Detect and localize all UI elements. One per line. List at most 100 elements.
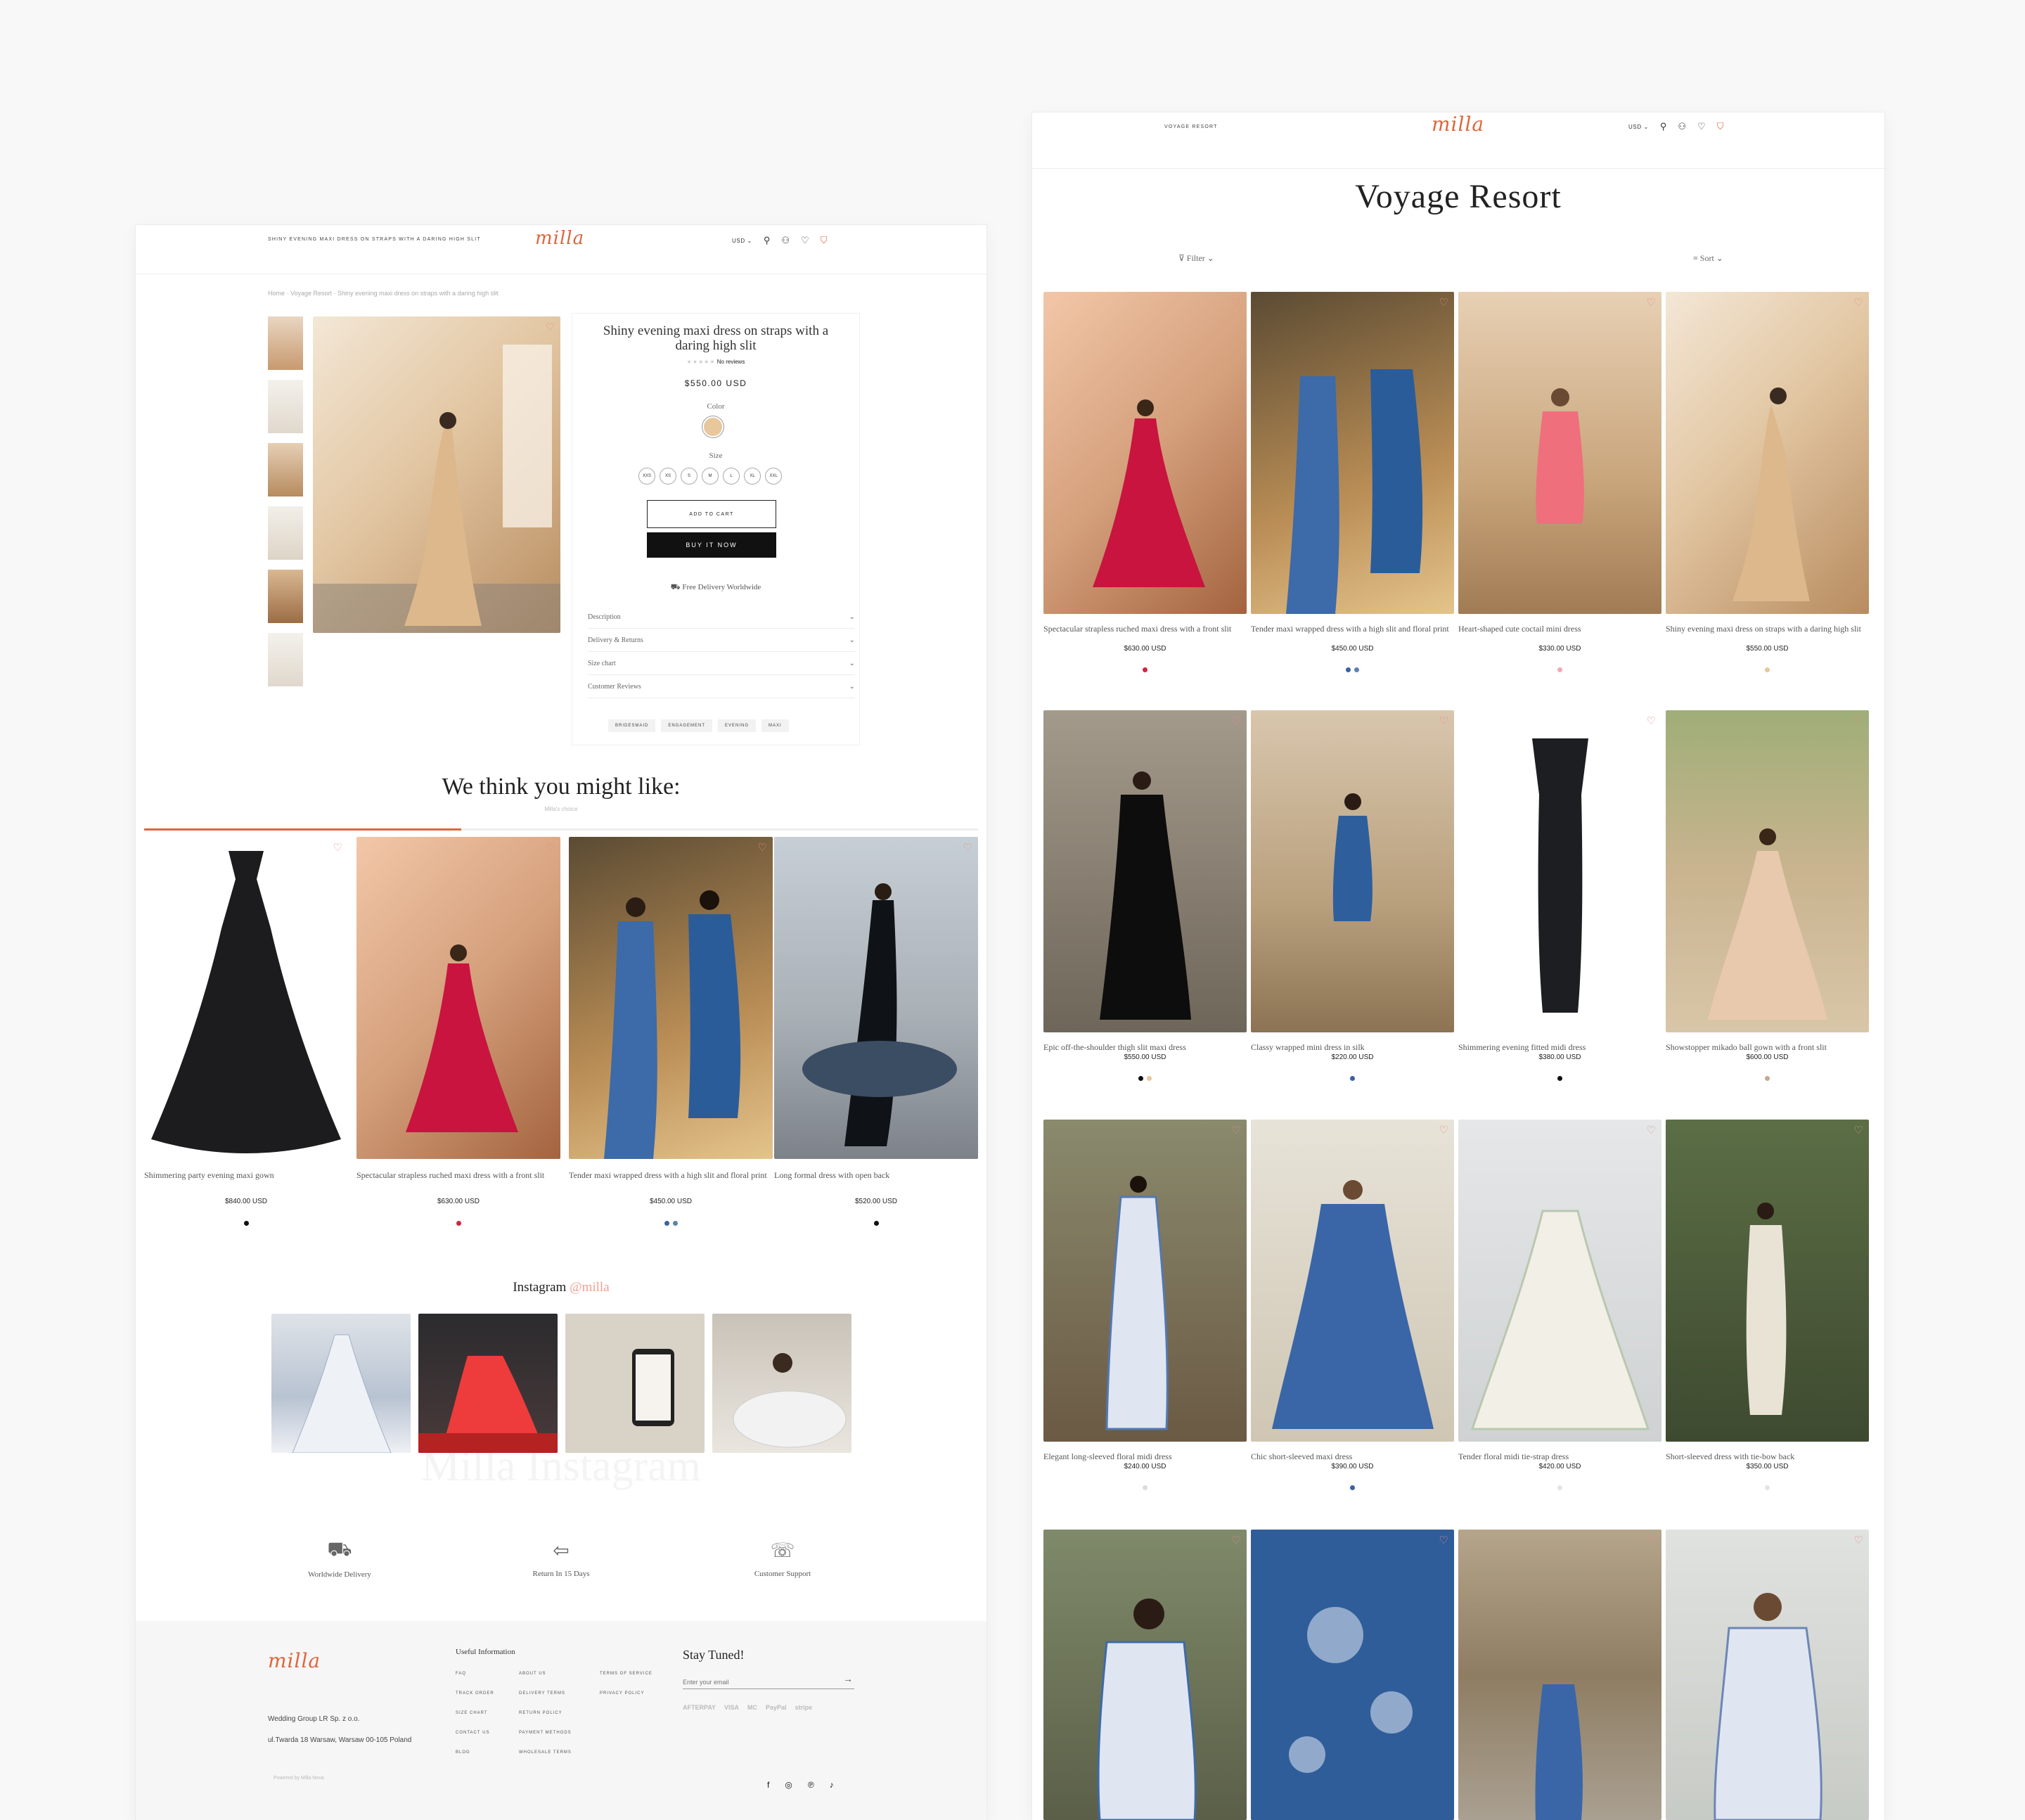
color-dot-red[interactable] [456,1221,461,1226]
size-option-xs[interactable]: XS [660,468,676,485]
email-input[interactable] [683,1676,854,1689]
instagram-post[interactable] [712,1314,851,1453]
thumbnail[interactable] [268,380,303,433]
tag[interactable]: BRIDESMAID [608,719,656,732]
product-card-name[interactable]: Classy wrapped mini dress in silk [1251,1042,1454,1052]
product-card-name[interactable]: Heart-shaped cute coctail mini dress [1458,624,1661,634]
recommend-item-image[interactable]: ♡ [774,837,978,1159]
recommend-item-name[interactable]: Shimmering party evening maxi gown [144,1170,348,1180]
main-product-image[interactable]: ♡ [313,316,560,633]
cart-icon[interactable]: ⛉ [821,235,828,246]
color-swatch-champagne[interactable] [704,418,722,436]
product-card-image[interactable]: ♡ [1251,710,1454,1032]
color-dot[interactable] [1138,1076,1143,1081]
footer-link[interactable]: TERMS OF SERVICE [600,1672,652,1676]
thumbnail[interactable] [268,570,303,623]
footer-logo[interactable]: milla [268,1649,321,1672]
tiktok-icon[interactable]: ♪ [830,1780,834,1790]
recommend-item-image[interactable]: ♡ [356,837,560,1159]
wishlist-heart-icon[interactable]: ♡ [1854,714,1863,728]
buy-now-button[interactable]: BUY IT NOW [647,532,776,558]
color-dot[interactable] [1350,1485,1355,1490]
color-dot[interactable] [1143,1485,1148,1490]
product-card-image[interactable]: ♡ [1251,292,1454,614]
wishlist-heart-icon[interactable]: ♡ [1647,1534,1656,1547]
wishlist-heart-icon[interactable]: ♡ [1232,714,1241,728]
wishlist-heart-icon[interactable]: ♡ [1647,296,1656,309]
wishlist-heart-icon[interactable]: ♡ [546,841,555,854]
color-dot[interactable] [1557,667,1562,672]
instagram-handle-link[interactable]: @milla [570,1280,610,1295]
color-dot-blue[interactable] [664,1221,669,1226]
account-icon[interactable]: ⚇ [1678,121,1686,132]
size-option-xxs[interactable]: XXS [638,468,655,485]
product-card-image[interactable]: ♡ [1043,1120,1247,1442]
logo[interactable]: milla [535,228,584,249]
wishlist-heart-icon[interactable]: ♡ [333,841,342,854]
sort-button[interactable]: ≡ Sort ⌄ [1693,253,1723,264]
color-dot[interactable] [1557,1076,1562,1081]
thumbnail[interactable] [268,316,303,370]
arrow-right-icon[interactable]: → [843,1674,853,1686]
tag[interactable]: ENGAGEMENT [661,719,713,732]
footer-link[interactable]: TRACK ORDER [456,1691,494,1696]
wishlist-heart-icon[interactable]: ♡ [1439,1124,1448,1137]
color-dot[interactable] [1765,667,1770,672]
pinterest-icon[interactable]: ℗ [808,1780,814,1790]
footer-link[interactable]: CONTACT US [456,1731,494,1735]
footer-link[interactable]: ABOUT US [519,1672,572,1676]
recommend-item-name[interactable]: Long formal dress with open back [774,1170,978,1180]
tag[interactable]: MAXI [761,719,789,732]
color-dot[interactable] [1346,667,1351,672]
wishlist-heart-icon[interactable]: ♡ [1647,714,1656,728]
product-card-name[interactable]: Shiny evening maxi dress on straps with … [1666,624,1869,634]
instagram-icon[interactable]: ◎ [785,1780,792,1790]
product-card-image[interactable]: ♡ [1043,1530,1247,1820]
product-card-name[interactable]: Epic off-the-shoulder thigh slit maxi dr… [1043,1042,1247,1052]
wishlist-icon[interactable]: ♡ [801,235,809,246]
product-card-image[interactable]: ♡ [1666,1530,1869,1820]
wishlist-heart-icon[interactable]: ♡ [1439,1534,1448,1547]
size-option-m[interactable]: M [702,468,719,485]
size-option-l[interactable]: L [723,468,740,485]
color-dot-blue[interactable] [672,1221,678,1226]
thumbnail[interactable] [268,633,303,686]
color-dot[interactable] [1354,667,1359,672]
color-dot[interactable] [1350,1076,1355,1081]
wishlist-heart-icon[interactable]: ♡ [1647,1124,1656,1137]
currency-selector[interactable]: USD ⌄ [1628,124,1649,130]
color-dot[interactable] [1765,1076,1770,1081]
product-card-name[interactable]: Chic short-sleeved maxi dress [1251,1451,1454,1461]
wishlist-heart-icon[interactable]: ♡ [1232,296,1241,309]
product-card-image[interactable]: ♡ [1666,710,1869,1032]
color-dot[interactable] [1557,1485,1562,1490]
review-stars[interactable]: ★★★★★ No reviews [586,359,846,365]
footer-link[interactable]: WHOLESALE TERMS [519,1750,572,1755]
currency-selector[interactable]: USD ⌄ [732,238,752,244]
product-card-name[interactable]: Shimmering evening fitted midi dress [1458,1042,1661,1052]
wishlist-heart-icon[interactable]: ♡ [1439,296,1448,309]
breadcrumb[interactable]: Home · Voyage Resort · Shiny evening max… [268,290,499,297]
cart-icon[interactable]: ⛉ [1717,121,1724,132]
product-card-name[interactable]: Short-sleeved dress with tie-bow back [1666,1451,1869,1461]
account-icon[interactable]: ⚇ [781,235,790,246]
wishlist-heart-icon[interactable]: ♡ [1854,1124,1863,1137]
recommend-item-image[interactable]: ♡ [569,837,773,1159]
product-card-image[interactable]: ♡ [1458,1530,1661,1820]
instagram-post[interactable] [271,1314,411,1453]
color-dot[interactable] [1147,1076,1152,1081]
color-dot[interactable] [1765,1485,1770,1490]
product-card-name[interactable]: Spectacular strapless ruched maxi dress … [1043,624,1247,634]
accordion-delivery-returns[interactable]: Delivery & Returns ⌄ [588,629,855,652]
size-option-xxl[interactable]: XXL [765,468,782,485]
product-card-image[interactable]: ♡ [1666,292,1869,614]
wishlist-heart-icon[interactable]: ♡ [963,841,972,854]
product-card-image[interactable]: ♡ [1043,292,1247,614]
footer-link[interactable]: BLOG [456,1750,494,1755]
facebook-icon[interactable]: f [767,1780,769,1790]
powered-by[interactable]: Powered by Milla Nova [274,1776,324,1781]
add-to-cart-button[interactable]: ADD TO CART [647,500,776,528]
wishlist-heart-icon[interactable]: ♡ [546,321,555,334]
size-option-s[interactable]: S [681,468,698,485]
wishlist-icon[interactable]: ♡ [1697,121,1706,132]
